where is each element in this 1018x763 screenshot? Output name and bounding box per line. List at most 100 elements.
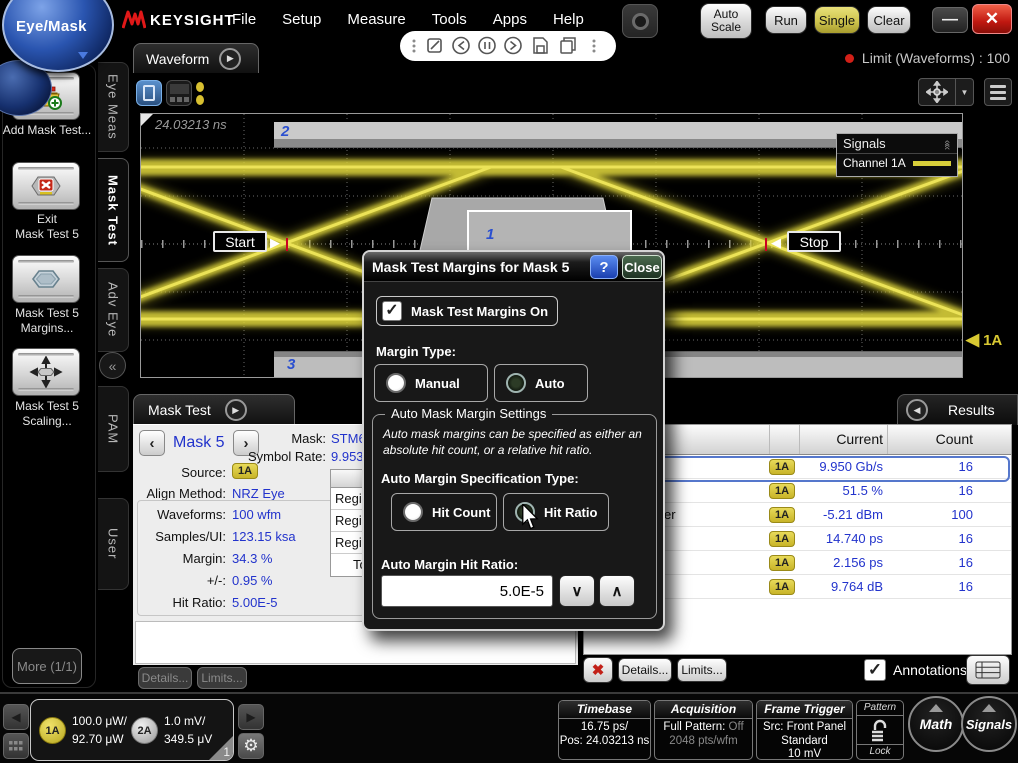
row-channel-badge: 1A xyxy=(769,483,795,499)
quick-toolbar[interactable] xyxy=(400,31,616,61)
results-layout-button[interactable] xyxy=(966,655,1010,685)
tab-mask-test-panel[interactable]: Mask Test ▶ xyxy=(133,394,295,425)
grid-display-button[interactable] xyxy=(166,80,192,106)
tab-results-panel[interactable]: ◀ Results xyxy=(897,394,1018,425)
math-up-arrow-icon xyxy=(929,704,943,712)
screenshot-camera-button[interactable] xyxy=(622,4,658,38)
menu-measure[interactable]: Measure xyxy=(347,11,405,28)
clear-button[interactable]: Clear xyxy=(867,6,911,34)
frame-trigger-box[interactable]: Frame Trigger Src: Front Panel Standard … xyxy=(756,700,853,760)
channels-grid-button[interactable] xyxy=(3,733,29,759)
display-overflow-dots-icon[interactable] xyxy=(196,82,206,106)
signals-legend[interactable]: Signals«« Channel 1A xyxy=(836,133,958,177)
margin-type-auto-radio[interactable]: Auto xyxy=(494,364,588,402)
auto-scale-button[interactable]: Auto Scale xyxy=(700,3,752,39)
gear-icon: ⚙ xyxy=(243,736,258,756)
hit-ratio-radio[interactable]: Hit Ratio xyxy=(503,493,609,531)
menu-apps[interactable]: Apps xyxy=(493,11,527,28)
mask-margins-on-checkbox[interactable]: ✓ Mask Test Margins On xyxy=(376,296,558,326)
signals-label: Signals xyxy=(966,717,1012,732)
waveforms-label: Waveforms: xyxy=(133,507,226,522)
column-current[interactable]: Current xyxy=(799,425,887,454)
menu-hamburger-button[interactable] xyxy=(984,78,1012,106)
align-method-value: NRZ Eye xyxy=(232,486,285,501)
stop-marker-label[interactable]: Stop xyxy=(787,231,841,252)
annotations-checkbox[interactable]: ✓ xyxy=(864,659,886,681)
channel-settings-gear-button[interactable]: ⚙ xyxy=(238,733,264,759)
clear-measurement-button[interactable]: ✖ xyxy=(583,657,613,683)
menu-help[interactable]: Help xyxy=(553,11,584,28)
sidebar-collapse-button[interactable]: « xyxy=(99,352,126,379)
eye-mask-logo[interactable]: Eye/Mask xyxy=(0,0,132,122)
pause-icon xyxy=(479,38,495,54)
hit-count-radio[interactable]: Hit Count xyxy=(391,493,497,531)
prev-mask-button[interactable]: ‹ xyxy=(139,430,165,456)
spinner-down-button[interactable]: ∨ xyxy=(559,575,595,607)
pattern-lock-box[interactable]: Pattern Lock xyxy=(856,700,904,760)
mask-margins-on-label: Mask Test Margins On xyxy=(411,304,548,319)
dialog-help-button[interactable]: ? xyxy=(590,255,618,279)
sidebar-tab-adv-eye[interactable]: Adv Eye xyxy=(98,268,129,352)
results-tab-label: Results xyxy=(948,402,995,418)
dialog-close-button[interactable]: Close xyxy=(622,255,662,279)
hit-ratio-input[interactable] xyxy=(381,575,553,607)
minimize-button[interactable]: — xyxy=(932,7,968,33)
channels-next-button[interactable]: ▶ xyxy=(238,704,264,730)
pan-zoom-button[interactable] xyxy=(918,78,956,106)
sidebar-tab-user[interactable]: User xyxy=(98,498,129,590)
timebase-corner-marker xyxy=(141,114,153,126)
results-details-button[interactable]: Details... xyxy=(618,658,672,682)
window-close-button[interactable]: ✕ xyxy=(972,4,1012,34)
channel-2a-badge[interactable]: 2A xyxy=(131,717,158,744)
plus-minus-value: 0.95 % xyxy=(232,573,272,588)
acquisition-title: Acquisition xyxy=(655,701,752,719)
channels-prev-button[interactable]: ◀ xyxy=(3,704,29,730)
timebase-box[interactable]: Timebase 16.75 ps/ Pos: 24.03213 ns xyxy=(558,700,651,760)
column-count[interactable]: Count xyxy=(887,425,977,454)
channel-1a-swatch xyxy=(913,161,951,166)
mask-margins-button[interactable] xyxy=(12,255,80,303)
play-icon[interactable]: ▶ xyxy=(219,48,241,70)
legend-collapse-icon[interactable]: «« xyxy=(941,139,953,147)
start-marker-label[interactable]: Start xyxy=(213,231,267,252)
math-button[interactable]: Math xyxy=(908,696,964,752)
mask-test-play-icon[interactable]: ▶ xyxy=(225,399,247,421)
results-collapse-icon[interactable]: ◀ xyxy=(906,399,928,421)
sidebar-tab-pam[interactable]: PAM xyxy=(98,386,129,472)
channel-settings-panel[interactable]: 1A 100.0 μW/ 92.70 μW 2A 1.0 mV/ 349.5 μ… xyxy=(30,699,234,761)
single-button[interactable]: Single xyxy=(814,6,860,34)
spinner-up-button[interactable]: ∧ xyxy=(599,575,635,607)
mask-scaling-button[interactable] xyxy=(12,348,80,396)
signals-up-arrow-icon xyxy=(982,704,996,712)
timebase-scale: 16.75 ps/ xyxy=(559,721,650,735)
radio-off-icon xyxy=(403,502,423,522)
exit-mask-test-button[interactable] xyxy=(12,162,80,210)
margin-type-manual-radio[interactable]: Manual xyxy=(374,364,488,402)
start-marker-tick xyxy=(286,238,288,251)
mask-region2-label: 2 xyxy=(281,123,289,140)
dialog-title-bar[interactable]: Mask Test Margins for Mask 5 ? Close xyxy=(364,252,663,282)
run-button[interactable]: Run xyxy=(765,6,807,34)
more-pages-button[interactable]: More (1/1) xyxy=(12,648,82,684)
menu-setup[interactable]: Setup xyxy=(282,11,321,28)
acquisition-box[interactable]: Acquisition Full Pattern: Off 2048 pts/w… xyxy=(654,700,753,760)
menu-file[interactable]: File xyxy=(232,11,256,28)
signals-button[interactable]: Signals xyxy=(961,696,1017,752)
channel-1a-badge[interactable]: 1A xyxy=(39,717,66,744)
row-channel-badge: 1A xyxy=(769,579,795,595)
mask-margins-label2: Margins... xyxy=(0,321,94,335)
mask-limits-button[interactable]: Limits... xyxy=(197,667,247,689)
single-display-button[interactable] xyxy=(136,80,162,106)
channels-grid-icon xyxy=(9,741,23,751)
sidebar-tab-mask-test[interactable]: Mask Test xyxy=(98,158,129,262)
pan-dropdown-button[interactable]: ▼ xyxy=(956,78,974,106)
channel-1a-marker[interactable]: ◀1A xyxy=(966,330,1002,350)
tab-waveform[interactable]: Waveform ▶ xyxy=(133,43,259,73)
results-limits-button[interactable]: Limits... xyxy=(677,658,727,682)
legend-title: Signals xyxy=(843,136,886,151)
menu-tools[interactable]: Tools xyxy=(432,11,467,28)
results-table-icon xyxy=(975,661,1001,679)
mask-region1-label: 1 xyxy=(486,226,494,243)
mask-details-button[interactable]: Details... xyxy=(138,667,192,689)
exit-mask-test-icon xyxy=(29,171,63,201)
